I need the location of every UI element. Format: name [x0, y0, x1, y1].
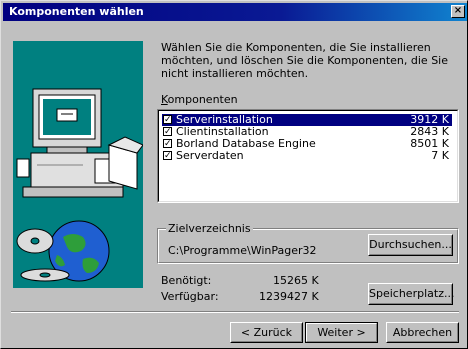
- back-button[interactable]: < Zurück: [230, 322, 303, 343]
- checkbox-check-icon[interactable]: ✓: [163, 127, 172, 137]
- browse-button[interactable]: Durchsuchen...: [368, 234, 453, 256]
- close-icon: ×: [453, 5, 463, 16]
- component-size: 7 K: [431, 149, 449, 162]
- illustration-panel: [13, 41, 144, 288]
- checkbox-check-icon[interactable]: ✓: [163, 115, 172, 125]
- separator: [11, 311, 459, 313]
- available-value: 1239427 K: [259, 290, 319, 303]
- components-list-frame: ✓ Serverinstallation 3912 K ✓ Clientinst…: [158, 110, 458, 202]
- destination-label: Zielverzeichnis: [166, 222, 253, 235]
- components-label: Komponenten: [161, 93, 238, 106]
- title-bar[interactable]: Komponenten wählen ×: [3, 3, 467, 21]
- components-list[interactable]: ✓ Serverinstallation 3912 K ✓ Clientinst…: [157, 109, 459, 203]
- required-value: 15265 K: [273, 274, 319, 287]
- checkbox-check-icon[interactable]: ✓: [163, 151, 172, 161]
- instruction-text: Wählen Sie die Komponenten, die Sie inst…: [161, 41, 448, 80]
- window-title: Komponenten wählen: [9, 5, 144, 18]
- dialog-window: Komponenten wählen × Wählen Sie die Komp…: [0, 0, 468, 349]
- disk-space-button[interactable]: Speicherplatz...: [368, 283, 454, 305]
- cancel-button[interactable]: Abbrechen: [386, 322, 459, 343]
- list-item[interactable]: ✓ Serverdaten 7 K: [162, 150, 452, 162]
- required-label: Benötigt:: [161, 274, 212, 287]
- component-name: Serverdaten: [176, 149, 244, 162]
- computer-icon: [16, 88, 144, 198]
- setup-illustration: [16, 88, 144, 282]
- available-label: Verfügbar:: [161, 290, 219, 303]
- next-button[interactable]: Weiter >: [305, 322, 378, 343]
- checkbox-check-icon[interactable]: ✓: [163, 139, 172, 149]
- destination-path: C:\Programme\WinPager32: [168, 244, 317, 257]
- close-button[interactable]: ×: [451, 5, 465, 18]
